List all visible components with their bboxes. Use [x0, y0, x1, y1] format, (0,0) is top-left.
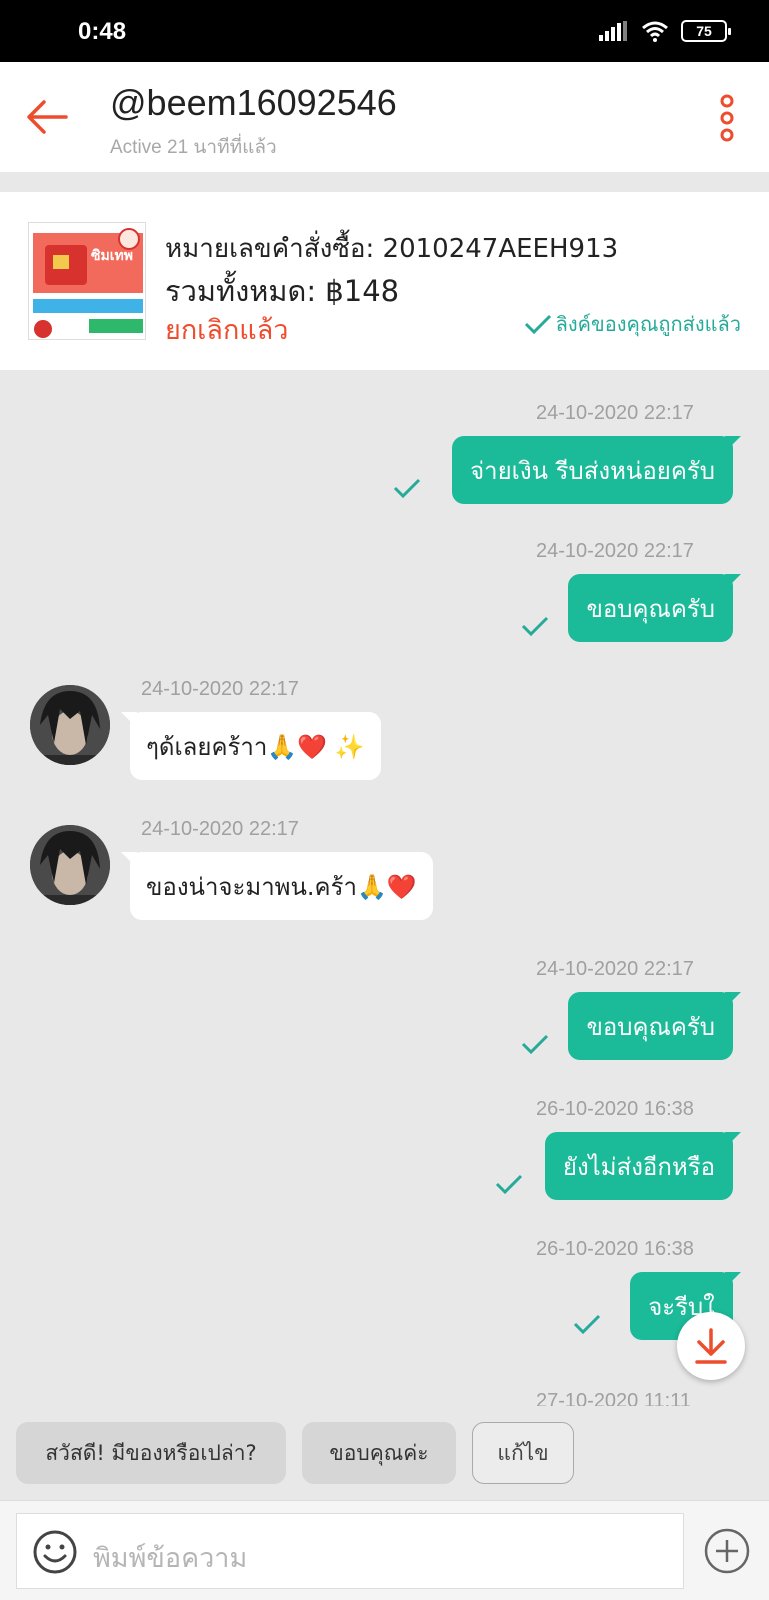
- product-thumbnail: ซิมเทพ: [28, 222, 146, 340]
- check-icon: [521, 1034, 549, 1055]
- scroll-down-icon: [695, 1328, 727, 1364]
- emoji-icon[interactable]: [31, 1528, 79, 1576]
- back-arrow-icon[interactable]: [22, 92, 72, 142]
- scroll-down-button[interactable]: [677, 1312, 745, 1380]
- message-timestamp: 24-10-2020 22:17: [536, 540, 694, 562]
- check-icon: [393, 478, 421, 499]
- link-sent-status: ลิงค์ของคุณถูกส่งแล้ว: [524, 308, 741, 340]
- product-thumb-text: ซิมเทพ: [91, 248, 133, 264]
- chat-header: @beem16092546 Active 21 นาทีที่แล้ว: [0, 62, 769, 172]
- message-bubble-outgoing[interactable]: จ่ายเงิน รีบส่งหน่อยครับ: [452, 436, 741, 504]
- quick-replies-bar: สวัสดี! มีของหรือเปล่า? ขอบคุณค่ะ แก้ไข: [0, 1406, 769, 1500]
- check-icon: [521, 616, 549, 637]
- message-bubble-incoming[interactable]: ของน่าจะมาพน.คร้า🙏❤️: [121, 852, 433, 920]
- chat-messages[interactable]: 24-10-2020 22:17 จ่ายเงิน รีบส่งหน่อยครั…: [0, 370, 769, 1406]
- message-bubble-incoming[interactable]: ๆด้เลยคร้าา🙏❤️ ✨: [121, 712, 381, 780]
- plus-circle-icon[interactable]: [703, 1527, 751, 1575]
- link-sent-label: ลิงค์ของคุณถูกส่งแล้ว: [555, 312, 741, 336]
- message-timestamp: 27-10-2020 11:11: [536, 1390, 691, 1406]
- order-card[interactable]: ซิมเทพ หมายเลขคำสั่งซื้อ: 2010247AEEH913…: [0, 192, 769, 370]
- battery-indicator: 75: [681, 20, 731, 42]
- message-bubble-outgoing[interactable]: ขอบคุณครับ: [568, 574, 741, 642]
- chat-title: @beem16092546: [110, 82, 397, 123]
- message-bubble-outgoing[interactable]: ขอบคุณครับ: [568, 992, 741, 1060]
- status-bar: 0:48 75: [0, 0, 769, 62]
- avatar[interactable]: [30, 825, 110, 905]
- status-time: 0:48: [78, 18, 127, 45]
- more-vertical-icon[interactable]: [717, 94, 737, 144]
- message-timestamp: 26-10-2020 16:38: [536, 1238, 694, 1260]
- message-timestamp: 24-10-2020 22:17: [536, 958, 694, 980]
- order-number: หมายเลขคำสั่งซื้อ: 2010247AEEH913: [165, 234, 619, 264]
- signal-icon: [599, 21, 627, 41]
- status-icons: 75: [599, 20, 731, 42]
- active-status: Active 21 นาทีที่แล้ว: [110, 137, 277, 158]
- order-status: ยกเลิกแล้ว: [165, 315, 289, 346]
- check-icon: [573, 1314, 601, 1335]
- quick-reply-greeting[interactable]: สวัสดี! มีของหรือเปล่า?: [16, 1422, 286, 1484]
- quick-reply-thanks[interactable]: ขอบคุณค่ะ: [302, 1422, 456, 1484]
- quick-reply-edit[interactable]: แก้ไข: [472, 1422, 574, 1484]
- message-input[interactable]: พิมพ์ข้อความ: [16, 1513, 684, 1589]
- message-timestamp: 24-10-2020 22:17: [536, 402, 694, 424]
- message-timestamp: 24-10-2020 22:17: [141, 678, 299, 700]
- wifi-icon: [642, 21, 668, 42]
- message-input-placeholder: พิมพ์ข้อความ: [93, 1543, 248, 1574]
- message-timestamp: 24-10-2020 22:17: [141, 818, 299, 840]
- avatar[interactable]: [30, 685, 110, 765]
- check-icon: [524, 314, 551, 335]
- message-composer: พิมพ์ข้อความ: [0, 1500, 769, 1600]
- check-icon: [495, 1174, 523, 1195]
- message-bubble-outgoing[interactable]: ยังไม่ส่งอีกหรือ: [544, 1132, 742, 1200]
- message-timestamp: 26-10-2020 16:38: [536, 1098, 694, 1120]
